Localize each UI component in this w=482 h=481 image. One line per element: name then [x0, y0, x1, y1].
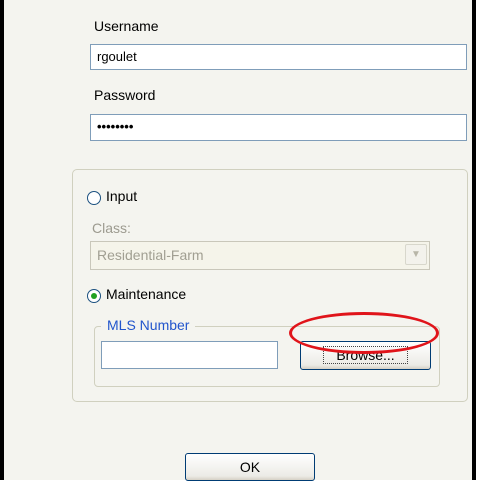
ok-button-label: OK [239, 459, 261, 475]
username-value: rgoulet [97, 49, 137, 64]
class-select[interactable]: Residential-Farm ▼ [90, 241, 430, 270]
maintenance-radio-label[interactable]: Maintenance [106, 286, 186, 302]
maintenance-radio[interactable] [87, 289, 101, 303]
username-field[interactable]: rgoulet [90, 44, 467, 70]
chevron-down-icon[interactable]: ▼ [405, 244, 427, 265]
mls-number-legend: MLS Number [101, 317, 196, 333]
input-radio[interactable] [87, 191, 101, 205]
password-label: Password [94, 87, 156, 103]
password-mask: •••••••• [97, 119, 134, 134]
ok-button[interactable]: OK [185, 453, 315, 481]
class-select-value: Residential-Farm [97, 247, 204, 263]
annotation-ellipse [289, 312, 439, 354]
mls-number-input[interactable] [101, 341, 278, 369]
username-label: Username [94, 18, 159, 34]
dialog-window: Username rgoulet Password •••••••• Input… [0, 0, 476, 481]
class-label: Class: [92, 220, 131, 236]
input-radio-label[interactable]: Input [106, 188, 137, 204]
password-field[interactable]: •••••••• [90, 114, 467, 141]
radio-selected-dot [91, 293, 97, 299]
